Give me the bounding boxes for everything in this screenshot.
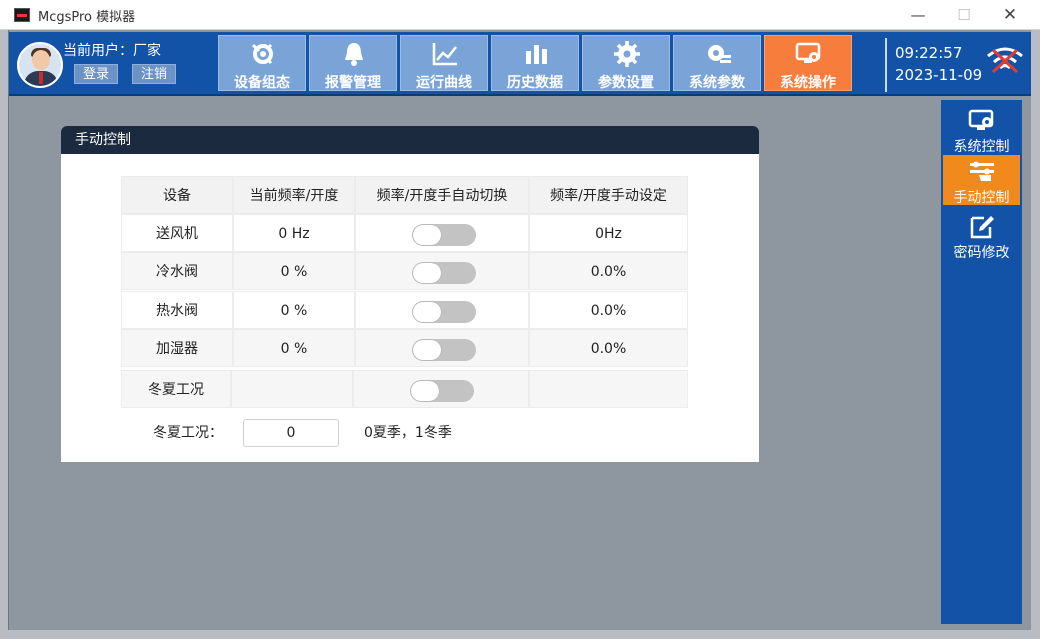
logout-button[interactable]: 注销 [132, 64, 176, 84]
sidebar-item-manual-control[interactable]: 手动控制 [943, 155, 1020, 206]
divider [885, 38, 887, 92]
device-name: 送风机 [121, 214, 233, 252]
auto-manual-cell [355, 291, 529, 329]
nav-label: 参数设置 [598, 75, 654, 91]
season-label: 冬夏工况： [153, 425, 223, 441]
nav-system-operation-button[interactable]: 系统操作 [764, 35, 852, 91]
app-icon [14, 8, 30, 22]
manual-setting [529, 370, 688, 408]
current-value [231, 370, 353, 408]
edit-icon [970, 216, 994, 239]
auto-manual-cell [355, 329, 529, 367]
current-user-label: 当前用户：厂家 [63, 43, 161, 59]
nav-label: 历史数据 [507, 75, 563, 91]
gear-icon [614, 41, 640, 67]
wifi-disconnected-icon [987, 47, 1023, 74]
table-header: 频率/开度手自动切换 [355, 176, 529, 214]
monitor-gear-icon [795, 42, 821, 63]
line-chart-icon [432, 43, 457, 66]
clock-time: 09:22:57 [895, 44, 963, 62]
auto-manual-cell [355, 252, 529, 290]
bottom-frame [0, 630, 1040, 639]
login-button[interactable]: 登录 [74, 64, 118, 84]
nav-alarm-button[interactable]: 报警管理 [309, 35, 397, 91]
avatar [17, 42, 63, 88]
bell-icon [345, 43, 363, 66]
nav-curve-button[interactable]: 运行曲线 [400, 35, 488, 91]
sidebar-item-system-control[interactable]: 系统控制 [943, 104, 1020, 155]
window-title: McgsPro 模拟器 [38, 10, 136, 25]
manual-setting[interactable]: 0.0% [529, 252, 688, 290]
current-value: 0 % [233, 252, 355, 290]
device-name: 热水阀 [121, 291, 233, 329]
device-name: 冷水阀 [121, 252, 233, 290]
window-titlebar: McgsPro 模拟器 — ☐ ✕ [0, 0, 1040, 30]
sidebar-item-label: 密码修改 [953, 245, 1010, 261]
panel-title: 手动控制 [61, 126, 759, 154]
nav-label: 报警管理 [325, 75, 381, 91]
table-header: 设备 [121, 176, 233, 214]
nav-params-button[interactable]: 参数设置 [582, 35, 670, 91]
current-value: 0 % [233, 329, 355, 367]
top-navigation-bar: 当前用户：厂家 登录 注销 设备组态 报警管理 运行曲线 历史数据 参数设置 系… [9, 32, 1031, 96]
auto-manual-toggle[interactable] [412, 301, 476, 323]
nav-label: 系统参数 [689, 75, 745, 91]
auto-manual-toggle[interactable] [412, 224, 476, 246]
monitor-gear-icon [968, 109, 994, 130]
left-frame [0, 30, 9, 639]
close-button[interactable]: ✕ [998, 4, 1022, 26]
current-value: 0 Hz [233, 214, 355, 252]
manual-setting[interactable]: 0Hz [529, 214, 688, 252]
auto-manual-cell [355, 214, 529, 252]
current-value: 0 % [233, 291, 355, 329]
table-header: 频率/开度手动设定 [529, 176, 688, 214]
maximize-button[interactable]: ☐ [952, 4, 976, 26]
auto-manual-toggle[interactable] [412, 339, 476, 361]
hand-control-icon [970, 161, 994, 181]
nav-label: 系统操作 [780, 75, 836, 91]
nav-label: 设备组态 [234, 75, 290, 91]
right-frame [1031, 30, 1040, 639]
auto-manual-cell [353, 370, 529, 408]
nav-device-config-button[interactable]: 设备组态 [218, 35, 306, 91]
device-name: 冬夏工况 [121, 370, 231, 408]
gear-list-icon [708, 45, 731, 63]
manual-control-panel: 手动控制 设备 当前频率/开度 频率/开度手自动切换 频率/开度手动设定 送风机… [61, 126, 759, 462]
manual-setting[interactable]: 0.0% [529, 329, 688, 367]
auto-manual-toggle[interactable] [412, 262, 476, 284]
season-hint: 0夏季，1冬季 [364, 425, 452, 441]
device-name: 加湿器 [121, 329, 233, 367]
right-sidebar: 系统控制 手动控制 密码修改 [941, 100, 1022, 624]
nav-history-button[interactable]: 历史数据 [491, 35, 579, 91]
clock-date: 2023-11-09 [895, 66, 983, 84]
wrench-gear-icon [251, 43, 273, 65]
manual-setting[interactable]: 0.0% [529, 291, 688, 329]
season-input[interactable]: 0 [243, 419, 339, 447]
season-toggle[interactable] [410, 380, 474, 402]
sidebar-item-label: 手动控制 [953, 190, 1010, 206]
sidebar-item-label: 系统控制 [953, 139, 1010, 155]
nav-label: 运行曲线 [416, 75, 472, 91]
bar-chart-icon [526, 45, 547, 64]
nav-system-params-button[interactable]: 系统参数 [673, 35, 761, 91]
sidebar-item-password[interactable]: 密码修改 [943, 210, 1020, 261]
minimize-button[interactable]: — [906, 4, 930, 26]
table-header: 当前频率/开度 [233, 176, 355, 214]
